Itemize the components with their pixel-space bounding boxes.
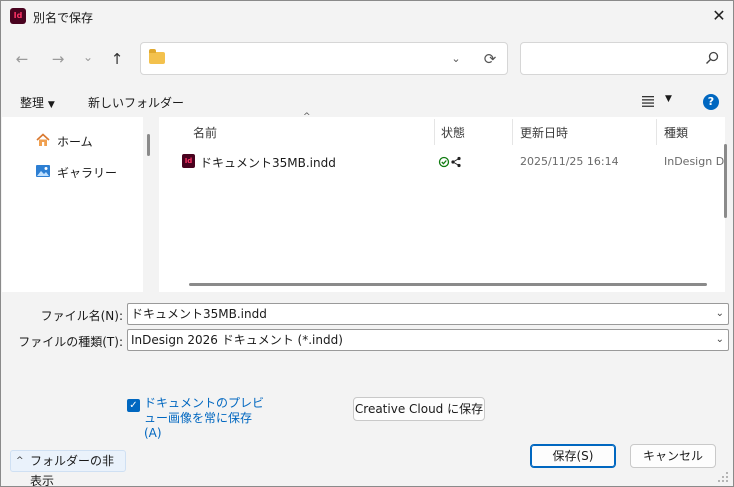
cancel-button[interactable]: キャンセル bbox=[630, 444, 716, 468]
search-icon bbox=[706, 51, 719, 64]
column-divider[interactable] bbox=[512, 119, 513, 145]
hide-folders-button[interactable]: ^ フォルダーの非表示 bbox=[10, 450, 126, 487]
sidebar-item-label: ホーム bbox=[57, 135, 93, 149]
filename-value: ドキュメント35MB.indd bbox=[131, 307, 267, 321]
column-divider[interactable] bbox=[656, 119, 657, 145]
navigation-pane: ホーム ギャラリー bbox=[2, 117, 143, 292]
address-bar[interactable]: ⌄ ⟳ bbox=[140, 42, 508, 75]
up-arrow-icon[interactable]: ↑ bbox=[106, 48, 128, 70]
sidebar-item-label: ギャラリー bbox=[57, 166, 118, 180]
filename-label: ファイル名(N): bbox=[40, 309, 123, 323]
table-row[interactable]: Id ドキュメント35MB.indd 2025/11/25 16:14 InDe… bbox=[179, 151, 725, 173]
indesign-file-icon: Id bbox=[182, 154, 195, 168]
help-icon[interactable]: ? bbox=[703, 94, 719, 110]
navigation-pane-scrollbar[interactable] bbox=[147, 134, 150, 156]
file-type: InDesign D bbox=[664, 155, 725, 168]
column-divider[interactable] bbox=[434, 119, 435, 145]
new-folder-button[interactable]: 新しいフォルダー bbox=[88, 94, 184, 111]
folder-icon bbox=[149, 49, 165, 64]
column-header-type[interactable]: 種類 bbox=[664, 124, 688, 141]
indesign-app-icon: Id bbox=[10, 8, 26, 24]
gallery-icon bbox=[36, 165, 50, 177]
back-arrow-icon[interactable]: ← bbox=[11, 48, 33, 70]
window-title: 別名で保存 bbox=[33, 11, 94, 25]
address-history-chevron-icon[interactable]: ⌄ bbox=[447, 49, 465, 69]
file-list-pane bbox=[159, 117, 725, 292]
close-icon[interactable]: ✕ bbox=[707, 4, 731, 28]
view-caret-down-icon[interactable]: ▼ bbox=[665, 94, 672, 104]
resize-grip-icon[interactable] bbox=[717, 471, 729, 483]
organize-menu[interactable]: 整理 ▼ bbox=[20, 94, 55, 111]
sidebar-item-home[interactable]: ホーム bbox=[35, 132, 135, 150]
organize-label: 整理 bbox=[20, 96, 45, 110]
save-as-dialog: Id 別名で保存 ✕ ← → ⌄ ↑ ⌄ ⟳ 整理 ▼ 新しいフォルダー ▼ ? bbox=[0, 0, 734, 487]
forward-arrow-icon[interactable]: → bbox=[47, 48, 69, 70]
column-header-name[interactable]: 名前 bbox=[193, 124, 217, 141]
chevron-up-icon: ^ bbox=[16, 456, 24, 466]
recent-locations-chevron-icon[interactable]: ⌄ bbox=[77, 46, 99, 68]
sort-ascending-icon: ^ bbox=[303, 112, 311, 122]
preview-checkbox-label[interactable]: ドキュメントのプレビュー画像を常に保存(A) bbox=[144, 396, 264, 441]
filetype-label: ファイルの種類(T): bbox=[18, 335, 123, 349]
file-modified-date: 2025/11/25 16:14 bbox=[520, 155, 619, 168]
refresh-icon[interactable]: ⟳ bbox=[479, 48, 501, 70]
home-icon bbox=[36, 133, 50, 146]
file-name: ドキュメント35MB.indd bbox=[200, 156, 336, 170]
filetype-value: InDesign 2026 ドキュメント (*.indd) bbox=[131, 333, 343, 347]
horizontal-scrollbar[interactable] bbox=[189, 283, 707, 286]
caret-down-icon: ▼ bbox=[47, 100, 55, 110]
save-to-creative-cloud-button[interactable]: Creative Cloud に保存 bbox=[353, 397, 485, 421]
filetype-dropdown-chevron-icon[interactable]: ⌄ bbox=[716, 330, 724, 350]
hide-folders-label: フォルダーの非表示 bbox=[30, 454, 115, 487]
save-button[interactable]: 保存(S) bbox=[530, 444, 616, 468]
title-bar: Id 別名で保存 ✕ bbox=[1, 1, 733, 31]
column-header-modified[interactable]: 更新日時 bbox=[520, 124, 568, 141]
sync-status-icon bbox=[438, 156, 461, 168]
search-input[interactable] bbox=[520, 42, 728, 75]
filetype-select[interactable]: InDesign 2026 ドキュメント (*.indd) ⌄ bbox=[127, 329, 729, 351]
preview-checkbox[interactable]: ✓ bbox=[127, 399, 140, 412]
sidebar-item-gallery[interactable]: ギャラリー bbox=[35, 163, 135, 181]
column-header-status[interactable]: 状態 bbox=[441, 124, 465, 141]
filename-dropdown-chevron-icon[interactable]: ⌄ bbox=[716, 304, 724, 324]
view-options-icon[interactable] bbox=[641, 95, 655, 107]
vertical-scrollbar[interactable] bbox=[724, 144, 727, 218]
filename-field[interactable]: ドキュメント35MB.indd ⌄ bbox=[127, 303, 729, 325]
